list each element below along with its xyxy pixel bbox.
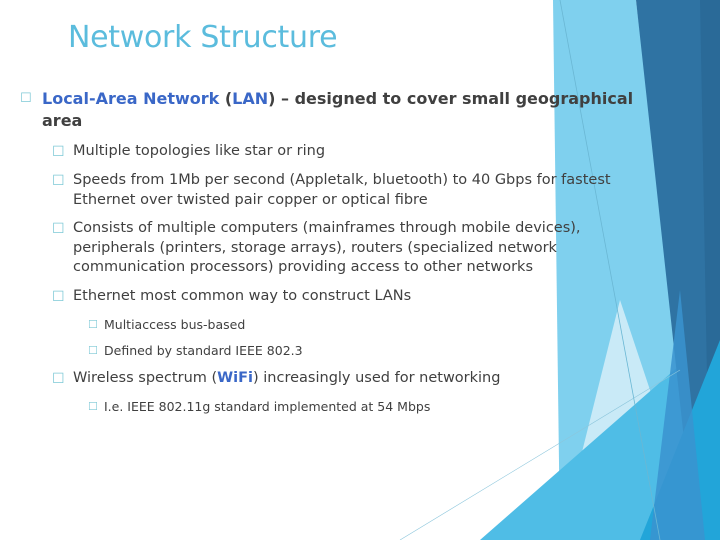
hollow-square-bullet-icon: ☐ (88, 318, 98, 331)
hollow-square-bullet-icon: ☐ (88, 400, 98, 413)
point-text: Consists of multiple computers (mainfram… (73, 219, 581, 278)
point-line: peripherals (printers, storage arrays), … (73, 239, 557, 256)
point-line: Multiple topologies like star or ring (73, 143, 326, 159)
point-text: Ethernet most common way to construct LA… (73, 287, 411, 307)
hollow-square-bullet-icon: ☐ (52, 221, 65, 237)
hollow-square-bullet-icon: ☐ (52, 371, 65, 387)
hollow-square-bullet-icon: ☐ (52, 173, 65, 189)
wireless-before: Wireless spectrum ( (73, 370, 218, 386)
point-text: Speeds from 1Mb per second (Appletalk, b… (73, 171, 611, 210)
subpoint-text: Multiaccess bus-based (104, 317, 246, 332)
main-bullet-line2: area (42, 111, 83, 130)
point-line: Consists of multiple computers (mainfram… (73, 220, 581, 236)
hollow-square-bullet-icon: ☐ (52, 289, 65, 305)
subpoint-text: I.e. IEEE 802.11g standard implemented a… (104, 399, 431, 414)
point-line: Ethernet most common way to construct LA… (73, 288, 412, 304)
term-local-area-network: Local-Area Network (42, 89, 220, 108)
main-bullet-text: Local-Area Network (LAN) – designed to c… (42, 88, 633, 132)
abbr-lan: LAN (232, 89, 269, 108)
point-text: Wireless spectrum (WiFi) increasingly us… (73, 369, 500, 389)
subpoint-text: Defined by standard IEEE 802.3 (104, 343, 303, 358)
hollow-square-bullet-icon: ☐ (88, 344, 98, 357)
hollow-square-bullet-icon: ☐ (52, 144, 65, 160)
paren: ( (219, 89, 233, 108)
point-text: Multiple topologies like star or ring (73, 142, 325, 162)
point-line: Ethernet over twisted pair copper or opt… (73, 191, 428, 208)
abbr-wifi: WiFi (217, 370, 254, 386)
point-line: communication processors) providing acce… (73, 259, 533, 275)
slide-title: Network Structure (68, 20, 338, 55)
wireless-after: ) increasingly used for networking (253, 370, 501, 386)
hollow-square-bullet-icon: ☐ (20, 91, 32, 106)
main-bullet-rest: ) – designed to cover small geographical (268, 89, 634, 108)
point-line: Speeds from 1Mb per second (Appletalk, b… (73, 172, 611, 188)
